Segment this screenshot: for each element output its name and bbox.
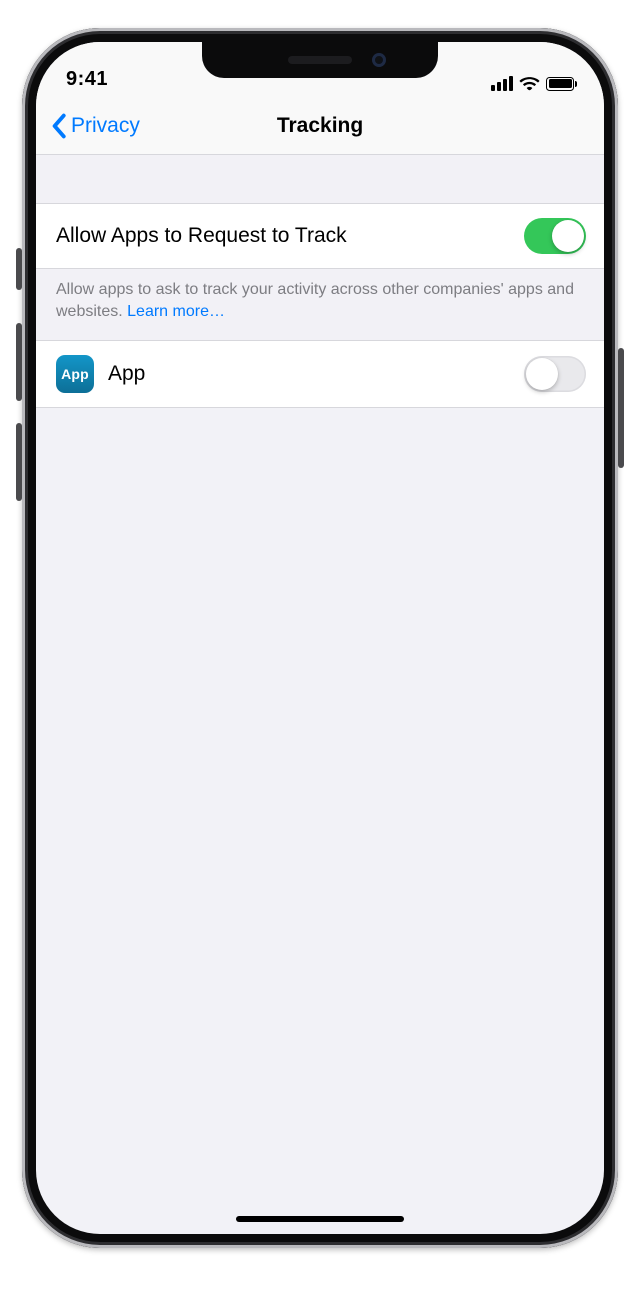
power-button: [618, 348, 624, 468]
battery-icon: [546, 77, 574, 91]
learn-more-link[interactable]: Learn more…: [127, 303, 225, 320]
mute-switch: [16, 248, 22, 290]
screen: 9:41 Privacy Tracking Allow Apps to Requ…: [36, 42, 604, 1234]
status-time: 9:41: [66, 68, 108, 91]
content-area: Allow Apps to Request to Track Allow app…: [36, 155, 604, 408]
chevron-left-icon: [50, 113, 67, 139]
back-button[interactable]: Privacy: [36, 113, 140, 139]
app-icon: App: [56, 355, 94, 393]
front-camera: [372, 53, 386, 67]
app-name-label: App: [108, 362, 524, 386]
status-indicators: [491, 76, 574, 91]
phone-frame: 9:41 Privacy Tracking Allow Apps to Requ…: [22, 28, 618, 1248]
allow-apps-request-label: Allow Apps to Request to Track: [56, 224, 524, 248]
allow-apps-request-row: Allow Apps to Request to Track: [36, 203, 604, 269]
cellular-icon: [491, 76, 513, 91]
notch: [202, 42, 438, 78]
speaker-grille: [288, 56, 352, 64]
wifi-icon: [519, 76, 540, 91]
back-label: Privacy: [71, 114, 140, 138]
allow-apps-description: Allow apps to ask to track your activity…: [36, 269, 604, 340]
app-tracking-row: App App: [36, 340, 604, 408]
app-tracking-toggle[interactable]: [524, 356, 586, 392]
volume-down-button: [16, 423, 22, 501]
navigation-bar: Privacy Tracking: [36, 97, 604, 155]
allow-apps-request-toggle[interactable]: [524, 218, 586, 254]
volume-up-button: [16, 323, 22, 401]
home-indicator[interactable]: [236, 1216, 404, 1222]
